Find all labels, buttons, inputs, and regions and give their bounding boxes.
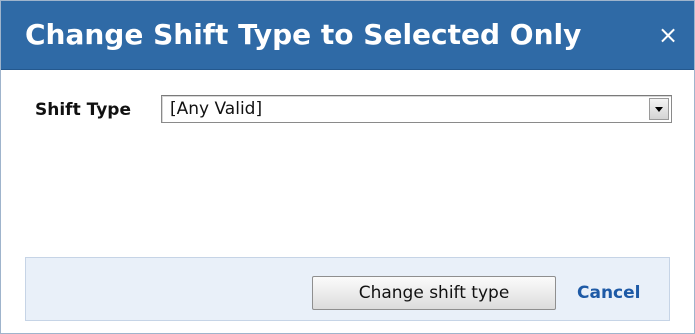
shift-type-select[interactable]: [Any Valid] xyxy=(161,95,672,123)
dialog-titlebar: Change Shift Type to Selected Only × xyxy=(1,1,694,70)
shift-type-selected-value: [Any Valid] xyxy=(170,99,263,119)
cancel-link[interactable]: Cancel xyxy=(577,281,640,305)
close-icon[interactable]: × xyxy=(654,19,682,51)
change-shift-type-dialog: Change Shift Type to Selected Only × Shi… xyxy=(0,0,695,334)
shift-type-label: Shift Type xyxy=(35,100,131,120)
chevron-down-icon[interactable] xyxy=(649,98,669,120)
change-shift-type-button[interactable]: Change shift type xyxy=(312,276,556,310)
dialog-footer: Change shift type Cancel xyxy=(25,257,670,321)
dialog-title: Change Shift Type to Selected Only xyxy=(25,18,582,51)
